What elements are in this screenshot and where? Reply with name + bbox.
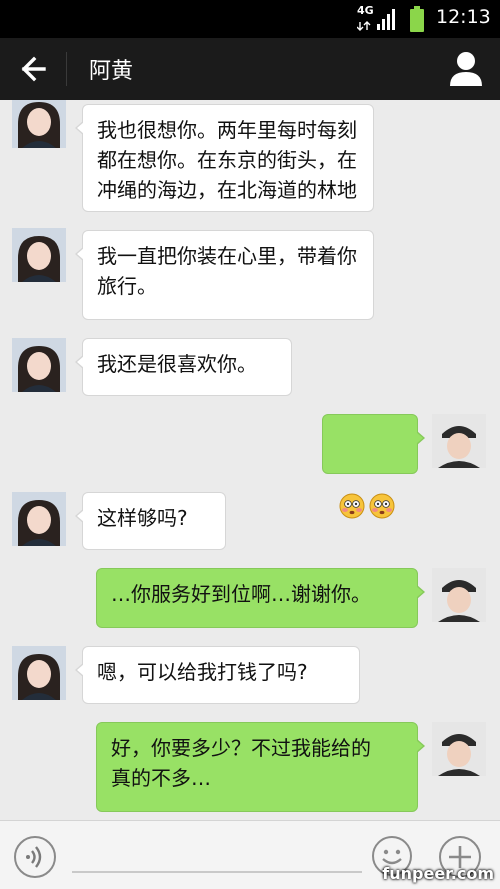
avatar-self[interactable] — [432, 722, 486, 776]
avatar-contact[interactable] — [12, 100, 66, 148]
title-divider — [66, 52, 67, 86]
message-bubble[interactable]: 我还是很喜欢你。 — [75, 338, 292, 396]
profile-button[interactable] — [446, 48, 486, 90]
message-bubble[interactable]: 我一直把你装在心里，带着你 旅行。 — [75, 230, 374, 320]
back-button[interactable] — [10, 46, 58, 92]
status-bar: 4G 12:13 — [0, 0, 500, 38]
flushed-face-icon — [339, 493, 365, 518]
battery-icon — [410, 6, 424, 32]
message-bubble[interactable]: 好，你要多少？不过我能给的 真的不多… — [96, 722, 425, 812]
avatar-contact[interactable] — [12, 492, 66, 546]
message-bubble[interactable]: 嗯，可以给我打钱了吗? — [75, 646, 360, 704]
profile-icon — [450, 52, 482, 86]
message-bubble[interactable]: …你服务好到位啊…谢谢你。 — [96, 568, 425, 628]
voice-icon — [14, 836, 56, 878]
watermark: funpeer.com — [382, 864, 494, 883]
input-bar: funpeer.com — [0, 820, 500, 889]
message-bubble[interactable]: 我也很想你。两年里每时每刻 都在想你。在东京的街头，在 冲绳的海边，在北海道的林… — [75, 104, 374, 212]
flushed-face-icon — [369, 493, 395, 518]
title-bar: 阿黄 — [0, 38, 500, 100]
signal-icon — [357, 9, 395, 31]
message-input[interactable] — [72, 871, 362, 873]
avatar-self[interactable] — [432, 568, 486, 622]
avatar-contact[interactable] — [12, 228, 66, 282]
clock: 12:13 — [436, 6, 491, 28]
avatar-contact[interactable] — [12, 338, 66, 392]
chat-area[interactable]: 我也很想你。两年里每时每刻 都在想你。在东京的街头，在 冲绳的海边，在北海道的林… — [0, 100, 500, 820]
avatar-self[interactable] — [432, 414, 486, 468]
chat-title: 阿黄 — [89, 59, 134, 84]
voice-button[interactable] — [12, 834, 58, 880]
back-arrow-icon — [21, 56, 46, 82]
message-bubble[interactable]: 这样够吗? — [75, 492, 226, 550]
avatar-contact[interactable] — [12, 646, 66, 700]
message-bubble[interactable] — [322, 414, 425, 518]
